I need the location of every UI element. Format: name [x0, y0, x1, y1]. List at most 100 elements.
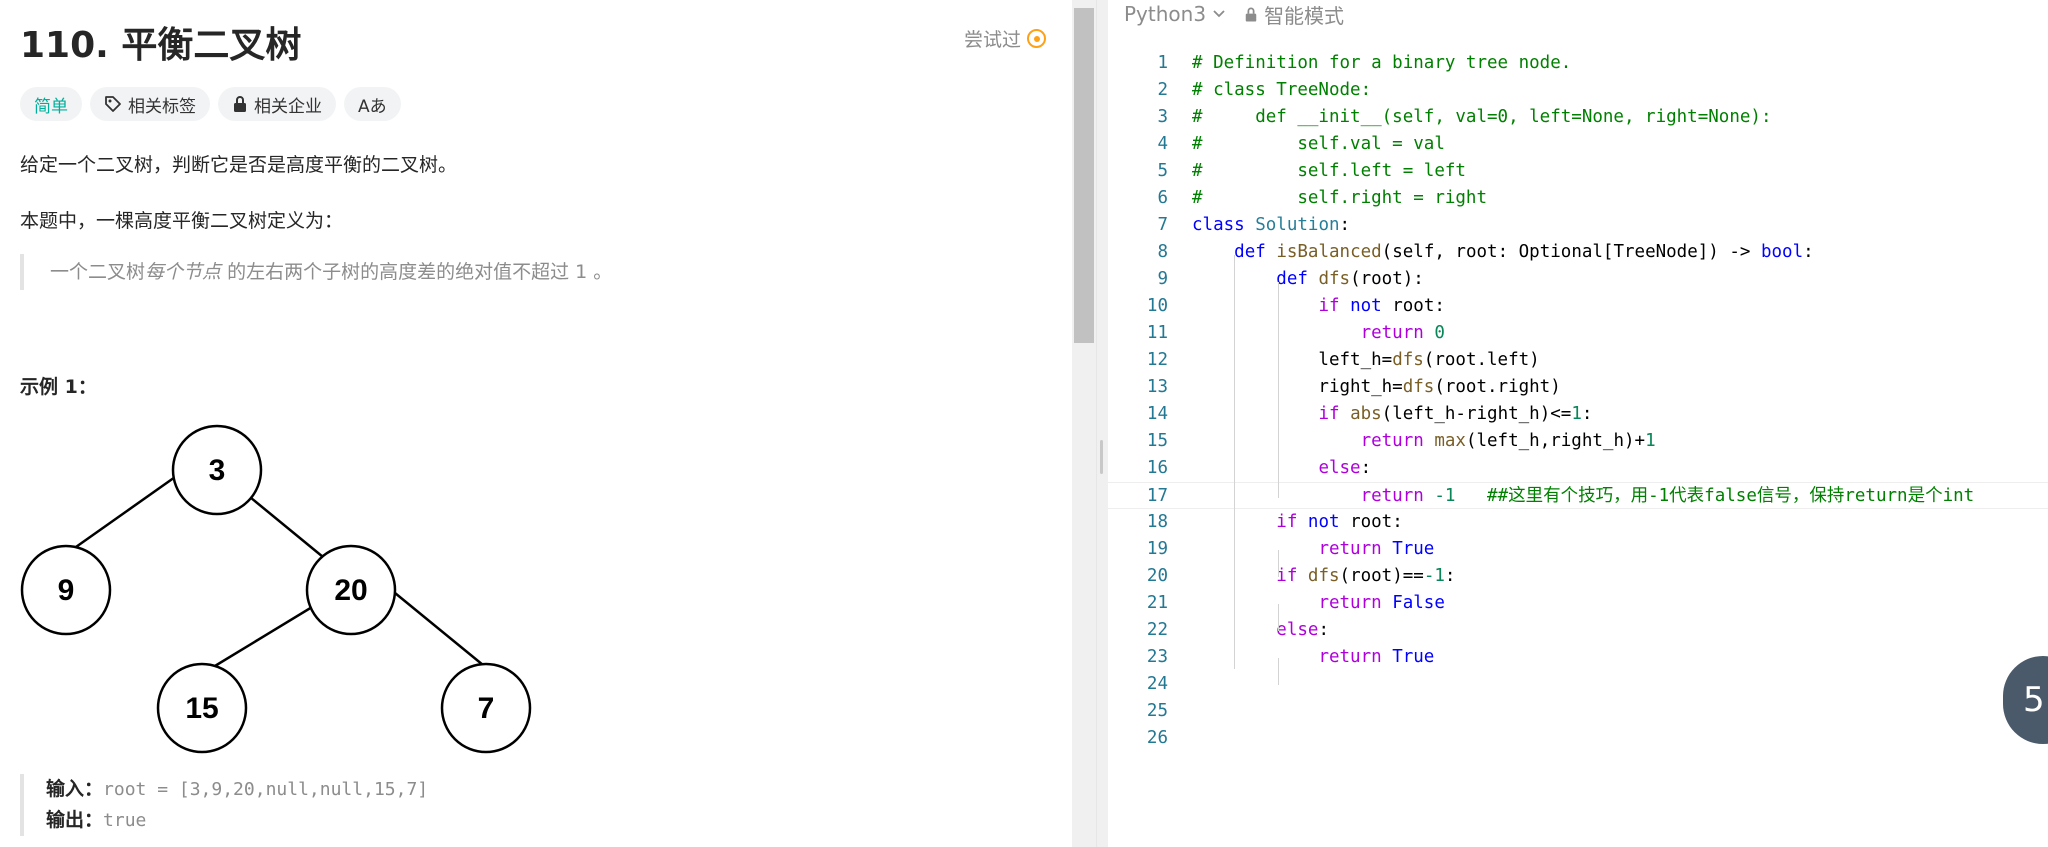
code-text: if abs(left_h-right_h)<=1:: [1318, 404, 1593, 424]
line-number: 19: [1146, 539, 1168, 559]
quote-prefix: 一个二叉树: [50, 261, 146, 283]
lock-icon: [1245, 7, 1257, 21]
language-selector[interactable]: Python3: [1124, 2, 1226, 26]
output-label: 输出：: [46, 809, 104, 831]
code-text: if not root:: [1318, 296, 1445, 316]
code-line[interactable]: 2 # class TreeNode:: [1108, 77, 2048, 104]
input-value: root = [3,9,20,null,null,15,7]: [103, 779, 429, 800]
line-number: 20: [1146, 566, 1168, 586]
code-text: # self.right = right: [1192, 188, 1488, 208]
tree-node: 3: [171, 424, 263, 516]
code-text: return max(left_h,right_h)+1: [1360, 431, 1656, 451]
smart-mode-toggle[interactable]: 智能模式: [1244, 0, 1344, 29]
line-number: 11: [1146, 323, 1168, 343]
related-companies-button[interactable]: 相关企业: [218, 87, 336, 121]
indent-guide: [1278, 550, 1279, 577]
tree-node: 20: [305, 544, 397, 636]
line-number: 5: [1157, 161, 1168, 181]
code-text: class Solution:: [1192, 215, 1351, 235]
code-text: return True: [1318, 647, 1435, 667]
code-text: right_h=dfs(root.right): [1192, 377, 1561, 397]
code-text: def isBalanced(self, root: Optional[Tree…: [1234, 242, 1814, 262]
line-number: 9: [1157, 269, 1168, 289]
example-io: 输入：root = [3,9,20,null,null,15,7] 输出：tru…: [20, 774, 428, 836]
line-number: 14: [1146, 404, 1168, 424]
code-line[interactable]: 17 return -1 ##这里有个技巧，用-1代表false信号，保持ret…: [1108, 482, 2048, 509]
indent-guide: [1278, 282, 1279, 498]
code-line[interactable]: 10 if not root:: [1108, 293, 2048, 320]
code-line[interactable]: 9 def dfs(root):: [1108, 266, 2048, 293]
code-line[interactable]: 23 return True: [1108, 644, 2048, 671]
related-companies-label: 相关企业: [254, 96, 322, 117]
code-line[interactable]: 26: [1108, 725, 2048, 752]
example-tree-diagram: 3 9 20 15 7: [20, 424, 532, 754]
line-number: 8: [1157, 242, 1168, 262]
code-line[interactable]: 25: [1108, 698, 2048, 725]
code-text: if dfs(root)==-1:: [1276, 566, 1456, 586]
svg-text:20: 20: [334, 574, 367, 607]
code-line[interactable]: 11 return 0: [1108, 320, 2048, 347]
quote-emphasis: 每个节点: [145, 261, 222, 283]
code-line[interactable]: 4 # self.val = val: [1108, 131, 2048, 158]
indent-guide: [1234, 255, 1235, 669]
svg-text:9: 9: [58, 574, 75, 607]
output-row: 输出：true: [46, 805, 428, 836]
code-line[interactable]: 24: [1108, 671, 2048, 698]
line-number: 16: [1146, 458, 1168, 478]
chevron-down-icon: [1213, 10, 1225, 18]
code-line[interactable]: 6 # self.right = right: [1108, 185, 2048, 212]
output-value: true: [103, 810, 147, 831]
indent-guide: [1278, 658, 1279, 685]
line-number: 17: [1146, 486, 1168, 506]
line-number: 12: [1146, 350, 1168, 370]
related-tags-label: 相关标签: [128, 96, 196, 117]
problem-scrollbar-thumb[interactable]: [1074, 8, 1094, 343]
code-area[interactable]: 1 # Definition for a binary tree node. 2 # …: [1108, 50, 2048, 752]
line-number: 7: [1157, 215, 1168, 235]
line-number: 2: [1157, 80, 1168, 100]
svg-text:15: 15: [185, 692, 218, 725]
related-tags-button[interactable]: 相关标签: [90, 87, 210, 121]
mode-label: 智能模式: [1264, 3, 1345, 28]
code-text: left_h=dfs(root.left): [1192, 350, 1540, 370]
code-line[interactable]: 20 if dfs(root)==-1:: [1108, 563, 2048, 590]
problem-panel: 110. 平衡二叉树 尝试过 简单 相关标签 相关企业 Aあ 给定一个二叉树，判…: [0, 0, 1072, 847]
code-line[interactable]: 18 if not root:: [1108, 509, 2048, 536]
code-line[interactable]: 8 def isBalanced(self, root: Optional[Tr…: [1108, 239, 2048, 266]
code-line[interactable]: 14 if abs(left_h-right_h)<=1:: [1108, 401, 2048, 428]
code-line[interactable]: 5 # self.left = left: [1108, 158, 2048, 185]
code-text: # Definition for a binary tree node.: [1192, 53, 1572, 73]
code-line[interactable]: 21 return False: [1108, 590, 2048, 617]
tried-icon: [1027, 29, 1046, 48]
line-number: 22: [1146, 620, 1168, 640]
line-number: 15: [1146, 431, 1168, 451]
code-line[interactable]: 7 class Solution:: [1108, 212, 2048, 239]
translate-button[interactable]: Aあ: [344, 87, 401, 121]
code-line[interactable]: 15 return max(left_h,right_h)+1: [1108, 428, 2048, 455]
tree-node: 9: [20, 544, 112, 636]
code-line[interactable]: 13 right_h=dfs(root.right): [1108, 374, 2048, 401]
tag-icon: [105, 96, 121, 112]
code-line[interactable]: 16 else:: [1108, 455, 2048, 482]
line-number: 10: [1146, 296, 1168, 316]
code-text: def dfs(root):: [1276, 269, 1424, 289]
code-text: # def __init__(self, val=0, left=None, r…: [1192, 107, 1772, 127]
input-row: 输入：root = [3,9,20,null,null,15,7]: [46, 774, 428, 805]
code-line[interactable]: 1 # Definition for a binary tree node.: [1108, 50, 2048, 77]
code-line[interactable]: 12 left_h=dfs(root.left): [1108, 347, 2048, 374]
code-text: # self.val = val: [1192, 134, 1445, 154]
code-line[interactable]: 3 # def __init__(self, val=0, left=None, …: [1108, 104, 2048, 131]
difficulty-tag[interactable]: 简单: [20, 87, 82, 121]
svg-text:7: 7: [478, 692, 495, 725]
description-line-2: 本题中，一棵高度平衡二叉树定义为：: [20, 210, 344, 232]
code-text: else:: [1276, 620, 1329, 640]
code-line[interactable]: 22 else:: [1108, 617, 2048, 644]
example-title: 示例 1：: [20, 376, 97, 398]
divider-drag-handle[interactable]: [1100, 440, 1103, 474]
line-number: 23: [1146, 647, 1168, 667]
code-line[interactable]: 19 return True: [1108, 536, 2048, 563]
code-text: return 0: [1360, 323, 1445, 343]
code-editor-panel: Python3 智能模式 1 # Definition for a binary …: [1108, 0, 2048, 847]
tried-status: 尝试过: [964, 25, 1046, 52]
line-number: 6: [1157, 188, 1168, 208]
